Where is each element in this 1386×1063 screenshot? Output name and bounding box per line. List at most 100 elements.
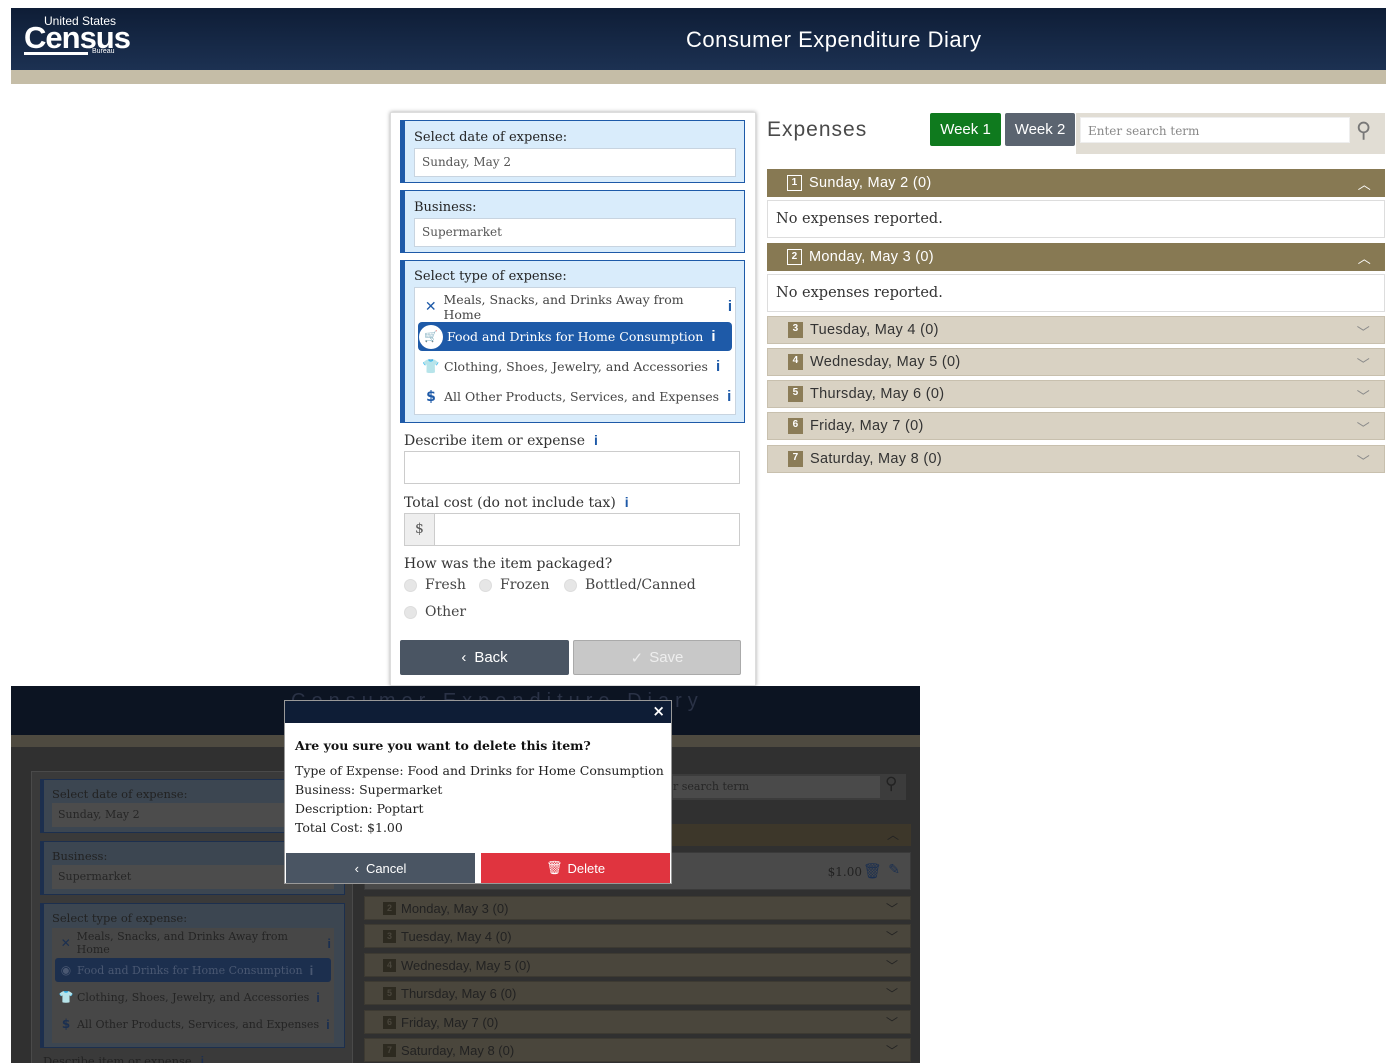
dim-type-option: ✕ Meals, Snacks, and Drinks Away from Hom… bbox=[55, 930, 331, 956]
calendar-icon: 3 bbox=[788, 322, 803, 338]
type-option-food-home[interactable]: 🛒 Food and Drinks for Home Consumption i bbox=[418, 322, 732, 351]
page-title: Consumer Expenditure Diary bbox=[686, 27, 982, 52]
dim-type-block: Select type of expense: ✕ Meals, Snacks, … bbox=[40, 903, 345, 1048]
cancel-button[interactable]: ‹ Cancel bbox=[286, 853, 475, 883]
radio-dot bbox=[404, 605, 417, 619]
calendar-icon: 5 bbox=[788, 386, 803, 402]
chevron-down-icon: ﹀ bbox=[885, 1016, 898, 1030]
cart-icon: 🛒 bbox=[419, 324, 443, 349]
chevron-down-icon: ﹀ bbox=[885, 1044, 898, 1058]
save-button[interactable]: ✓ Save bbox=[573, 640, 741, 675]
chevron-up-icon: ︿ bbox=[1357, 177, 1371, 192]
cart-icon-wrap: 🛒 bbox=[418, 324, 444, 349]
describe-input[interactable] bbox=[404, 451, 740, 484]
dim-describe-text: Describe item or expense bbox=[43, 1054, 192, 1063]
radio-label: Fresh bbox=[425, 577, 466, 593]
radio-label: Frozen bbox=[500, 577, 550, 593]
expense-type-list: ✕ Meals, Snacks, and Drinks Away from Ho… bbox=[414, 287, 736, 415]
delete-label: Delete bbox=[567, 860, 606, 876]
dim-day-label: Saturday, May 8 (0) bbox=[401, 1042, 515, 1058]
dim-day-label: Friday, May 7 (0) bbox=[401, 1014, 499, 1030]
day-header-wednesday[interactable]: 4 Wednesday, May 5 (0) ﹀ bbox=[767, 348, 1385, 376]
utensils-icon: ✕ bbox=[424, 298, 437, 315]
dialog-question: Are you sure you want to delete this ite… bbox=[295, 738, 591, 753]
day-label: Monday, May 3 (0) bbox=[809, 249, 934, 265]
radio-dot bbox=[564, 578, 577, 592]
day-header-monday[interactable]: 2 Monday, May 3 (0) ︿ bbox=[767, 243, 1385, 271]
info-icon: i bbox=[327, 935, 331, 951]
dim-type-label-text: All Other Products, Services, and Expens… bbox=[77, 1017, 320, 1031]
info-icon[interactable]: i bbox=[625, 494, 629, 510]
census-logo[interactable]: United States Census Bureau bbox=[22, 14, 131, 60]
chevron-down-icon: ﹀ bbox=[885, 959, 898, 973]
check-icon: ✓ bbox=[630, 649, 644, 667]
type-option-clothing[interactable]: 👕 Clothing, Shoes, Jewelry, and Accessor… bbox=[418, 352, 732, 381]
dollar-icon: $ bbox=[426, 388, 436, 405]
dim-day: 7 Saturday, May 8 (0) ﹀ bbox=[364, 1038, 911, 1062]
calendar-icon: 2 bbox=[787, 249, 802, 265]
day-header-saturday[interactable]: 7 Saturday, May 8 (0) ﹀ bbox=[767, 445, 1385, 473]
week2-button[interactable]: Week 2 bbox=[1005, 113, 1075, 146]
calendar-icon: 5 bbox=[383, 986, 396, 1000]
info-icon[interactable]: i bbox=[728, 298, 732, 315]
calendar-icon: 7 bbox=[383, 1043, 396, 1057]
type-option-other[interactable]: $ All Other Products, Services, and Expe… bbox=[418, 382, 732, 411]
dim-day-label: Monday, May 3 (0) bbox=[401, 900, 509, 916]
info-icon[interactable]: i bbox=[727, 388, 731, 405]
expense-type-block: Select type of expense: ✕ Meals, Snacks,… bbox=[400, 260, 745, 423]
chevron-left-icon: ‹ bbox=[354, 860, 359, 876]
type-option-label: All Other Products, Services, and Expens… bbox=[444, 389, 720, 404]
dim-type-option: 👕 Clothing, Shoes, Jewelry, and Accessori… bbox=[55, 985, 331, 1009]
day-header-sunday[interactable]: 1 Sunday, May 2 (0) ︿ bbox=[767, 169, 1385, 197]
search-icon: ⚲ bbox=[885, 774, 898, 794]
close-icon[interactable]: × bbox=[652, 702, 665, 720]
info-icon[interactable]: i bbox=[594, 432, 598, 448]
search-icon[interactable]: ⚲ bbox=[1356, 118, 1371, 142]
delete-confirm-dialog: × Are you sure you want to delete this i… bbox=[284, 700, 672, 884]
radio-frozen[interactable]: Frozen bbox=[479, 577, 550, 593]
dim-day: 6 Friday, May 7 (0) ﹀ bbox=[364, 1010, 911, 1034]
type-option-meals[interactable]: ✕ Meals, Snacks, and Drinks Away from Ho… bbox=[418, 292, 732, 322]
header-strip bbox=[11, 70, 1386, 84]
calendar-icon: 4 bbox=[788, 354, 803, 370]
business-field[interactable]: Supermarket bbox=[414, 218, 736, 247]
calendar-icon: 6 bbox=[383, 1015, 396, 1029]
utensils-icon: ✕ bbox=[60, 936, 71, 950]
dialog-business-line: Business: Supermarket bbox=[295, 782, 443, 797]
calendar-icon: 4 bbox=[383, 958, 396, 972]
no-expenses-sunday: No expenses reported. bbox=[767, 200, 1385, 238]
dim-type-label-text: Clothing, Shoes, Jewelry, and Accessorie… bbox=[77, 990, 310, 1004]
calendar-icon: 3 bbox=[383, 929, 396, 943]
radio-fresh[interactable]: Fresh bbox=[404, 577, 466, 593]
packaged-label: How was the item packaged? bbox=[404, 556, 613, 572]
date-field[interactable]: Sunday, May 2 bbox=[414, 148, 736, 177]
chevron-down-icon: ﹀ bbox=[1356, 454, 1370, 469]
type-label: Select type of expense: bbox=[414, 269, 567, 284]
cost-label-row: Total cost (do not include tax) i bbox=[404, 494, 629, 511]
day-header-thursday[interactable]: 5 Thursday, May 6 (0) ﹀ bbox=[767, 380, 1385, 408]
dialog-type-line: Type of Expense: Food and Drinks for Hom… bbox=[295, 763, 664, 778]
info-icon[interactable]: i bbox=[711, 328, 715, 345]
business-block: Business: Supermarket bbox=[400, 190, 745, 253]
dim-type-label-text: Meals, Snacks, and Drinks Away from Home bbox=[76, 930, 288, 956]
day-label: Wednesday, May 5 (0) bbox=[810, 354, 961, 370]
radio-bottled[interactable]: Bottled/Canned bbox=[564, 577, 696, 593]
week1-button[interactable]: Week 1 bbox=[930, 113, 1001, 146]
radio-label: Bottled/Canned bbox=[585, 577, 696, 593]
day-header-friday[interactable]: 6 Friday, May 7 (0) ﹀ bbox=[767, 412, 1385, 440]
back-button[interactable]: ‹ Back bbox=[400, 640, 569, 675]
day-header-tuesday[interactable]: 3 Tuesday, May 4 (0) ﹀ bbox=[767, 316, 1385, 344]
search-input[interactable]: Enter search term bbox=[1080, 117, 1350, 143]
cost-input[interactable]: $ bbox=[404, 513, 740, 546]
cost-label: Total cost (do not include tax) bbox=[404, 495, 616, 511]
delete-button[interactable]: 🗑 Delete bbox=[481, 853, 670, 883]
describe-label-row: Describe item or expense i bbox=[404, 432, 598, 449]
radio-other[interactable]: Other bbox=[404, 604, 466, 620]
day-label: Saturday, May 8 (0) bbox=[810, 451, 942, 467]
dialog-header: × bbox=[285, 701, 671, 723]
date-label: Select date of expense: bbox=[414, 130, 568, 145]
info-icon: i bbox=[309, 962, 314, 978]
trash-icon: 🗑 bbox=[545, 860, 563, 875]
dim-type-option: $ All Other Products, Services, and Expen… bbox=[55, 1012, 331, 1036]
info-icon[interactable]: i bbox=[716, 358, 720, 375]
